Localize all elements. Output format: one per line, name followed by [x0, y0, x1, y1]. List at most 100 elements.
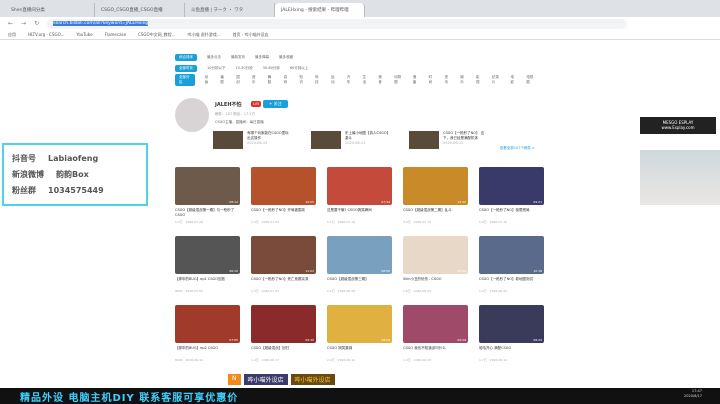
date: 2020-06-15	[247, 141, 268, 145]
filter-option[interactable]: 10分钟以下	[207, 66, 225, 71]
duration: 09:30	[305, 338, 314, 342]
video-title[interactable]: CSGO【一枪秒了NO】死亡竞赛实录	[251, 277, 316, 287]
user-name[interactable]: JALEH不怕	[215, 101, 242, 108]
webcam	[640, 150, 720, 205]
user-video[interactable]: 史上最小地图【真人CSGO】激斗 2020-06-13	[311, 131, 391, 149]
video-title[interactable]: 【那年的BUG】ep1 CSGO回放	[175, 277, 240, 287]
title: CSGO【一枪秒了NO】 这下，我已经是满配机体	[443, 131, 485, 140]
date: 2020-06-17	[261, 358, 280, 362]
user-video[interactable]: 有哪个玩家能在CSGO里玩出这操作 2020-06-15	[213, 131, 293, 149]
tab[interactable]: CSGO_CSGO直播_CSGO直播	[95, 3, 185, 17]
video-card[interactable]: 08:12 CSGO【超级混战第一期】与一枪秒了CSGO 1.5万 · 2020-0…	[175, 167, 240, 224]
filter-option[interactable]: 鬼畜	[413, 75, 419, 85]
filter-option[interactable]: 60分钟以上	[290, 66, 308, 71]
social-row: 新浪微博 韵韵Box	[12, 167, 138, 183]
filter-option[interactable]: 娱乐	[460, 75, 466, 85]
filter-option[interactable]: 音乐	[252, 75, 258, 85]
video-card[interactable]: 10:05 CSGO【一枪秒了NO】开局被围攻 2.3万 · 2020-07-22	[251, 167, 316, 224]
video-title[interactable]: CSGO 搞笑集锦	[327, 346, 392, 356]
filter-option[interactable]: 综合排序	[175, 54, 197, 61]
bookmark[interactable]: Flamecase	[105, 32, 126, 37]
video-card[interactable]: 11:02 CSGO【一枪秒了NO】死亡竞赛实录 1.3万 · 2020-07-01	[251, 236, 316, 293]
filter-option[interactable]: 舞蹈	[268, 75, 274, 85]
bookmark[interactable]: 哔小喵 虎扑游戏...	[188, 32, 221, 38]
bookmark[interactable]: 应用	[8, 32, 16, 38]
reload-icon[interactable]: ↻	[34, 20, 39, 27]
filter-option[interactable]: 最多点击	[207, 55, 221, 60]
bookmark[interactable]: CSGO中文网_教程...	[138, 32, 175, 38]
video-title[interactable]: 哈哈开心 满配CSGO	[479, 346, 544, 356]
shop-icon: N	[228, 374, 241, 385]
filter-option[interactable]: 资讯	[444, 75, 450, 85]
filter-option[interactable]: 生活	[363, 75, 369, 85]
video-title[interactable]: CSGO【一枪秒了NO】极限残局	[479, 208, 544, 218]
video-title[interactable]: CSGO【超级混战第三期】	[327, 277, 392, 287]
date: 2020-07-15	[413, 220, 432, 224]
video-title[interactable]: CSGO 我也不知道该叫什么	[403, 346, 468, 356]
thumbnail: 12:30	[403, 167, 468, 205]
filter-option[interactable]: 汽车	[347, 75, 353, 85]
views: 2.3万	[251, 220, 259, 224]
video-card[interactable]: 10:18 CSGO【一枪秒了NO】新地图测试 1.2万 · 2020-06-22	[479, 236, 544, 293]
video-card[interactable]: 12:30 CSGO【超级混战第二期】乱斗 3.2万 · 2020-07-15	[403, 167, 468, 224]
thumbnail	[213, 131, 243, 149]
filter-option[interactable]: 动物圈	[394, 75, 403, 85]
video-title[interactable]: 【那年的BUG】ep2 CSGO	[175, 346, 240, 356]
filter-option[interactable]: 电影	[511, 75, 517, 85]
date: 2020-07-22	[261, 220, 280, 224]
filter-option[interactable]: 时尚	[429, 75, 435, 85]
filter-option[interactable]: 最多收藏	[279, 55, 293, 60]
video-card[interactable]: 07:44 这是要干嘛? CSGO搞笑瞬间 1.1万 · 2020-07-18	[327, 167, 392, 224]
video-card[interactable]: 08:29 哈哈开心 满配CSGO 1.7万 · 2020-06-14	[479, 305, 544, 362]
filter-option[interactable]: 科技	[315, 75, 321, 85]
video-card[interactable]: 08:55 CSGO【超级混战第三期】 2.1万 · 2020-06-28	[327, 236, 392, 293]
video-title[interactable]: CSGO【超级混战】回归	[251, 346, 316, 356]
video-card[interactable]: 06:10 【那年的BUG】ep1 CSGO回放 9821 · 2020-07-05	[175, 236, 240, 293]
filter-option[interactable]: 10-30分钟	[235, 66, 252, 71]
user-video[interactable]: CSGO【一枪秒了NO】 这下，我已经是满配机体 2020-06-12	[409, 131, 489, 149]
back-icon[interactable]: ←	[8, 20, 13, 27]
filter-option[interactable]: 全部分区	[175, 73, 195, 86]
more-videos-link[interactable]: 查看全部107个稿件 >	[500, 146, 535, 151]
video-card[interactable]: 06:29 CSGO 我也不知道该叫什么 1.0万 · 2020-06-15	[403, 305, 468, 362]
taskbar-clock: 17:47 2020/6/17	[684, 389, 702, 399]
url-input[interactable]: search.bilibili.com/all?keyword=JALEHxin…	[47, 18, 628, 29]
video-card[interactable]: 09:21 CSGO【一枪秒了NO】极限残局 1.8万 · 2020-07-10	[479, 167, 544, 224]
filter-option[interactable]: 知识	[299, 75, 305, 85]
filter-option[interactable]: 运动	[331, 75, 337, 85]
filter-option[interactable]: 动画	[205, 75, 211, 85]
video-card[interactable]: 07:05 【那年的BUG】ep2 CSGO 8900 · 2020-06-19	[175, 305, 240, 362]
video-title[interactable]: CSGO【超级混战第二期】乱斗	[403, 208, 468, 218]
filter-option[interactable]: 美食	[378, 75, 384, 85]
video-title[interactable]: Skin小丑的忧伤 - CSGO	[403, 277, 468, 287]
video-title[interactable]: CSGO【一枪秒了NO】新地图测试	[479, 277, 544, 287]
filter-row: 全部分区 动画 番剧 国创 音乐 舞蹈 游戏 知识 科技 运动 汽车 生活 美食 动物圈 鬼畜 时尚 资讯 娱乐影…	[175, 73, 535, 86]
filter-option[interactable]: 30-60分钟	[263, 66, 280, 71]
tab[interactable]: 斗鱼直播 | ヲーク ・ ワタ	[185, 3, 275, 17]
filter-option[interactable]: 国创	[236, 75, 242, 85]
filter-option[interactable]: 最多弹幕	[255, 55, 269, 60]
filter-option[interactable]: 电视剧	[526, 75, 535, 85]
filter-option[interactable]: 全部时长	[175, 65, 197, 72]
filter-option[interactable]: 游戏	[284, 75, 290, 85]
duration: 10:05	[305, 200, 314, 204]
video-title[interactable]: CSGO【一枪秒了NO】开局被围攻	[251, 208, 316, 218]
filter-option[interactable]: 纪录片	[492, 75, 501, 85]
video-card[interactable]: 09:30 CSGO【超级混战】回归 1.4万 · 2020-06-17	[251, 305, 316, 362]
bookmark[interactable]: HLTV.org - CSGO...	[28, 32, 64, 37]
follow-button[interactable]: + 关注	[263, 100, 288, 108]
video-card[interactable]: 08:29 CSGO 搞笑集锦 2.0万 · 2020-06-16	[327, 305, 392, 362]
filter-option[interactable]: 最新发布	[231, 55, 245, 60]
video-card[interactable]: 05:40 Skin小丑的忧伤 - CSGO 1.6万 · 2020-06-25	[403, 236, 468, 293]
avatar[interactable]	[175, 98, 209, 132]
bookmark[interactable]: 首页 - 哔小喵外设店	[233, 32, 269, 38]
bookmark[interactable]: YouTube	[76, 32, 92, 37]
tab[interactable]: Shen直播间分类	[5, 3, 95, 17]
thumbnail: 08:12	[175, 167, 240, 205]
tab-active[interactable]: JALEHxing - 搜索结果 - 哔哩哔哩	[275, 3, 365, 17]
video-title[interactable]: CSGO【超级混战第一期】与一枪秒了CSGO	[175, 208, 240, 218]
filter-option[interactable]: 番剧	[220, 75, 226, 85]
video-title[interactable]: 这是要干嘛? CSGO搞笑瞬间	[327, 208, 392, 218]
forward-icon[interactable]: →	[21, 20, 26, 27]
filter-option[interactable]: 影视	[476, 75, 482, 85]
